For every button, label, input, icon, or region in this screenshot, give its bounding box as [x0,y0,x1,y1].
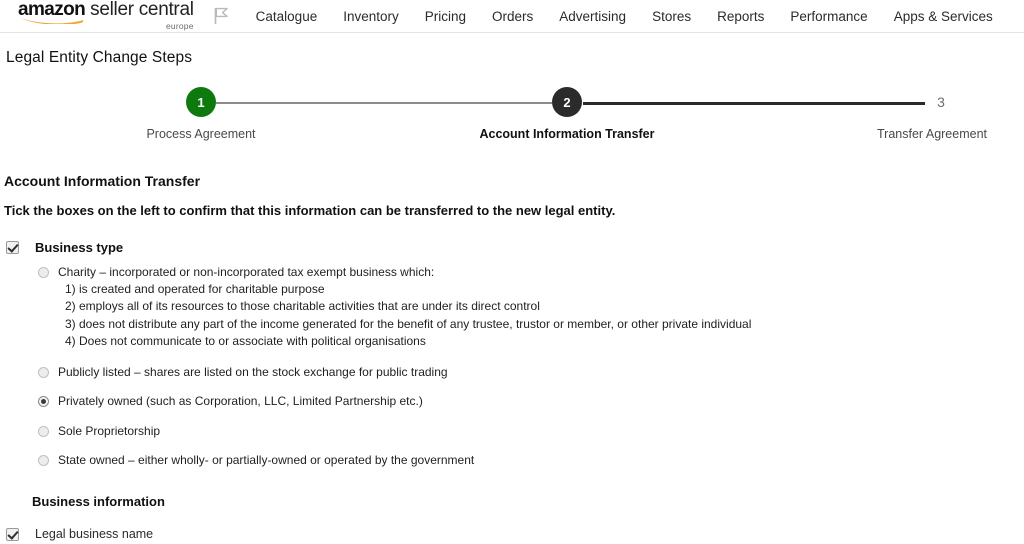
business-type-label: Business type [35,240,124,255]
section-title: Account Information Transfer [4,173,201,189]
nav-links: Catalogue Inventory Pricing Orders Adver… [243,0,1006,33]
radio-publicly-listed[interactable] [38,366,49,378]
radio-option-sole-proprietorship[interactable]: Sole Proprietorship [38,424,1024,440]
legal-business-name-label: Legal business name [35,526,154,541]
stepper-node-3[interactable]: 3 [926,87,956,117]
stepper-label-2: Account Information Transfer [479,127,655,141]
stepper-connector-2-3 [583,102,925,105]
radio-privately-owned-label: Privately owned (such as Corporation, LL… [58,394,423,408]
radio-option-state-owned[interactable]: State owned – either wholly- or partiall… [38,453,1024,469]
radio-state-owned[interactable] [38,455,49,466]
top-navigation-bar: amazon seller central europe Catalogue I… [0,0,1024,33]
stepper-label-3: Transfer Agreement [876,127,988,141]
radio-charity-label: Charity – incorporated or non-incorporat… [58,265,435,279]
business-type-options: Charity – incorporated or non-incorporat… [38,265,1024,469]
seller-central-wordmark: seller central [90,0,194,20]
nav-item-performance[interactable]: Performance [777,0,880,33]
radio-publicly-listed-label: Publicly listed – shares are listed on t… [58,364,448,379]
radio-sole-proprietorship[interactable] [38,425,49,437]
charity-subline-4: 4) Does not communicate to or associate … [65,334,426,348]
amazon-seller-central-logo[interactable]: amazon seller central europe [18,0,194,30]
radio-option-charity[interactable]: Charity – incorporated or non-incorporat… [38,265,1024,351]
stepper-node-1[interactable]: 1 [186,87,216,117]
business-type-row: Business type [2,240,1024,255]
nav-item-orders[interactable]: Orders [479,0,546,33]
stepper-connector-1-2 [216,102,552,104]
nav-item-stores[interactable]: Stores [639,0,704,33]
charity-subline-3: 3) does not distribute any part of the i… [65,316,752,331]
instruction-text: Tick the boxes on the left to confirm th… [4,203,616,218]
nav-item-catalogue[interactable]: Catalogue [243,0,331,33]
stepper-track: 1 2 3 [0,87,1024,119]
charity-subline-1: 1) is created and operated for charitabl… [65,281,325,296]
radio-charity[interactable] [38,267,49,278]
nav-item-apps-and-services[interactable]: Apps & Services [881,0,1006,33]
page-title: Legal Entity Change Steps [6,49,193,66]
radio-state-owned-label: State owned – either wholly- or partiall… [58,453,475,467]
business-type-checkbox[interactable] [6,241,19,254]
stepper-node-2[interactable]: 2 [552,87,582,117]
form-body: Account Information Transfer Tick the bo… [0,159,1024,542]
radio-option-publicly-listed[interactable]: Publicly listed – shares are listed on t… [38,365,1024,381]
business-information-title: Business information [32,493,165,509]
legal-business-name-checkbox[interactable] [6,527,19,541]
radio-option-privately-owned[interactable]: Privately owned (such as Corporation, LL… [38,394,1024,410]
radio-privately-owned[interactable] [38,396,49,407]
legal-business-name-row: Legal business name [2,527,1024,542]
nav-item-reports[interactable]: Reports [704,0,777,33]
amazon-smile-icon [20,17,84,24]
nav-item-pricing[interactable]: Pricing [412,0,479,33]
progress-stepper: 1 2 3 Process Agreement Account Informat… [0,87,1024,159]
nav-item-inventory[interactable]: Inventory [330,0,412,33]
flag-icon[interactable] [214,0,229,32]
charity-subline-2: 2) employs all of its resources to those… [65,299,540,313]
amazon-wordmark: amazon [18,0,86,24]
nav-item-advertising[interactable]: Advertising [546,0,639,33]
stepper-label-1: Process Agreement [146,127,256,141]
radio-sole-proprietorship-label: Sole Proprietorship [58,423,161,438]
